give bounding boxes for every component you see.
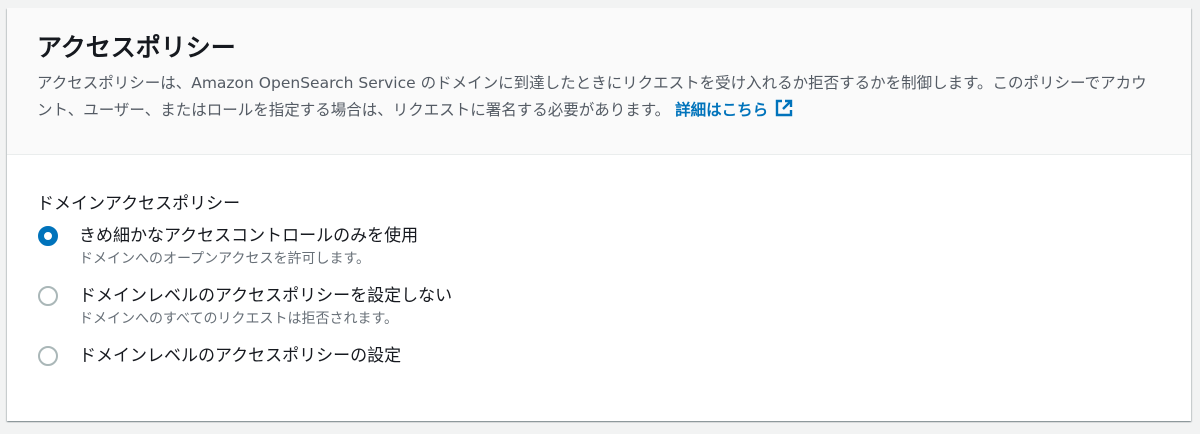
panel-description-text: アクセスポリシーは、Amazon OpenSearch Service のドメイ… [37, 74, 1147, 119]
external-link-icon [774, 98, 794, 127]
radio-option-no-domain-policy[interactable]: ドメインレベルのアクセスポリシーを設定しない ドメインへのすべてのリクエストは拒… [37, 283, 1161, 330]
radio-option-configure-domain-policy[interactable]: ドメインレベルのアクセスポリシーの設定 [37, 343, 1161, 369]
radio-button-selected[interactable] [38, 226, 58, 246]
radio-option-label: きめ細かなアクセスコントロールのみを使用 [79, 226, 419, 246]
panel-body: ドメインアクセスポリシー きめ細かなアクセスコントロールのみを使用 ドメインへの… [7, 155, 1191, 369]
access-policy-panel: アクセスポリシー アクセスポリシーは、Amazon OpenSearch Ser… [7, 8, 1191, 421]
learn-more-link[interactable]: 詳細はこちら [675, 99, 794, 119]
radio-option-description: ドメインへのオープンアクセスを許可します。 [79, 251, 371, 267]
panel-description: アクセスポリシーは、Amazon OpenSearch Service のドメイ… [37, 70, 1161, 127]
radio-option-fine-grained-only[interactable]: きめ細かなアクセスコントロールのみを使用 ドメインへのオープンアクセスを許可しま… [37, 223, 1161, 270]
panel-title: アクセスポリシー [37, 33, 236, 62]
radio-option-label: ドメインレベルのアクセスポリシーを設定しない [79, 286, 453, 306]
domain-access-policy-label: ドメインアクセスポリシー [37, 194, 241, 214]
radio-button[interactable] [38, 286, 58, 306]
panel-header: アクセスポリシー アクセスポリシーは、Amazon OpenSearch Ser… [7, 8, 1191, 155]
radio-option-description: ドメインへのすべてのリクエストは拒否されます。 [79, 311, 399, 327]
radio-option-label: ドメインレベルのアクセスポリシーの設定 [79, 346, 402, 366]
learn-more-label: 詳細はこちら [675, 101, 769, 119]
radio-button[interactable] [38, 346, 58, 366]
